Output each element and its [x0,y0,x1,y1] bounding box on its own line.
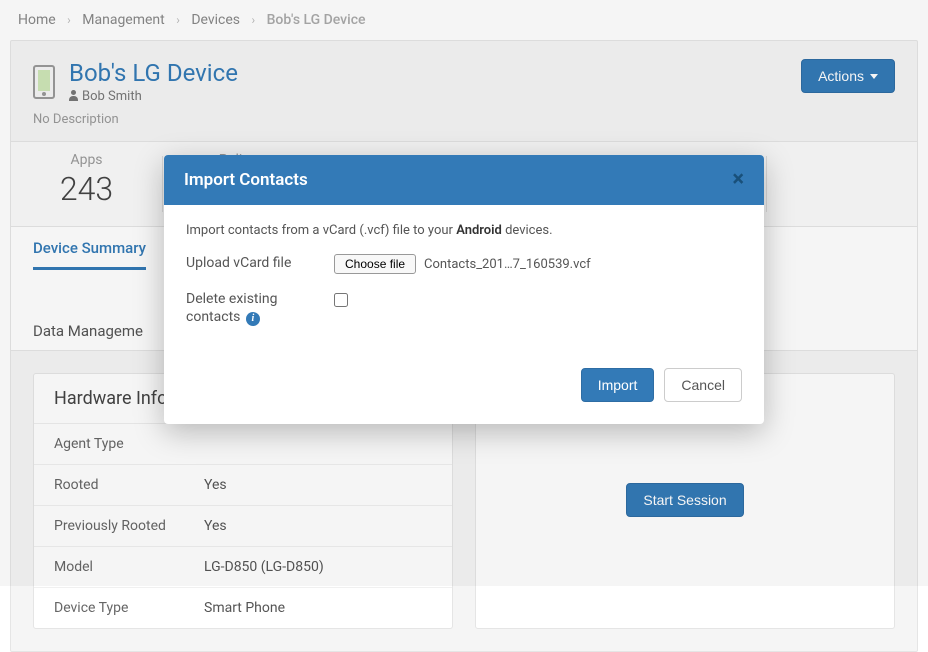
delete-existing-checkbox[interactable] [334,293,348,307]
desc-text: Import contacts from a vCard (.vcf) file… [186,223,456,238]
desc-text: devices. [502,223,553,238]
import-button[interactable]: Import [581,368,655,402]
modal-description: Import contacts from a vCard (.vcf) file… [186,223,742,238]
delete-existing-label: Delete existing contacts i [186,290,316,326]
label-text: Delete existing contacts [186,291,278,325]
row-label: Device Type [54,600,204,616]
selected-file-name: Contacts_201…7_160539.vcf [424,257,591,272]
row-value: Smart Phone [204,600,285,616]
info-icon[interactable]: i [246,312,260,326]
modal-overlay: Import Contacts × Import contacts from a… [0,0,928,586]
close-icon[interactable]: × [732,169,744,191]
upload-label: Upload vCard file [186,254,316,272]
desc-bold: Android [456,223,502,238]
modal-title: Import Contacts [184,170,308,190]
choose-file-button[interactable]: Choose file [334,254,416,274]
table-row: Device Type Smart Phone [34,588,452,628]
cancel-button[interactable]: Cancel [664,368,742,402]
import-contacts-modal: Import Contacts × Import contacts from a… [164,155,764,424]
